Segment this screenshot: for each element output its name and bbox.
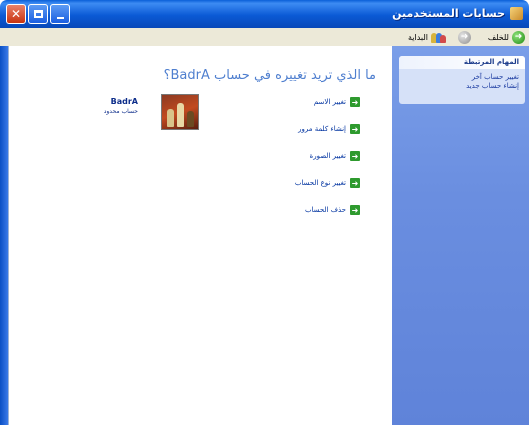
task-label: تغيير نوع الحساب xyxy=(294,179,346,187)
maximize-icon xyxy=(33,10,43,18)
minimize-icon xyxy=(56,17,64,19)
window-edge xyxy=(0,46,8,425)
chess-piece-icon xyxy=(187,111,194,127)
user-accounts-window: ✕ حسابات المستخدمين ➜ للخلف ➜ البداية ال… xyxy=(0,0,529,425)
task-change-name[interactable]: ➜ تغيير الاسم xyxy=(314,96,360,108)
task-label: إنشاء كلمة مرور xyxy=(298,125,346,133)
account-type: حساب محدود xyxy=(103,108,138,115)
green-arrow-icon: ➜ xyxy=(350,151,360,161)
create-new-account-link[interactable]: إنشاء حساب جديد xyxy=(399,82,525,90)
page-title: ما الذي تريد تغييره في حساب BadrA؟ xyxy=(163,68,376,83)
related-tasks-title: المهام المرتبطة xyxy=(399,56,525,69)
back-arrow-icon: ➜ xyxy=(512,30,525,44)
chess-piece-icon xyxy=(167,109,174,127)
title-bar: ✕ حسابات المستخدمين xyxy=(0,0,529,28)
back-label: للخلف xyxy=(487,32,509,42)
home-users-icon xyxy=(431,31,446,43)
main-content: ما الذي تريد تغييره في حساب BadrA؟ ➜ تغي… xyxy=(8,46,392,425)
user-accounts-icon xyxy=(510,7,523,20)
task-change-account-type[interactable]: ➜ تغيير نوع الحساب xyxy=(295,177,360,189)
tasks-sidebar: المهام المرتبطة تغيير حساب آخر إنشاء حسا… xyxy=(391,46,529,425)
task-label: تغيير الاسم xyxy=(313,98,346,106)
close-icon: ✕ xyxy=(10,7,22,21)
maximize-button[interactable] xyxy=(28,4,48,24)
task-change-picture[interactable]: ➜ تغيير الصورة xyxy=(310,150,360,162)
minimize-button[interactable] xyxy=(50,4,70,24)
green-arrow-icon: ➜ xyxy=(350,205,360,215)
change-another-account-link[interactable]: تغيير حساب آخر xyxy=(399,73,525,81)
chess-piece-icon xyxy=(177,103,184,127)
close-button[interactable]: ✕ xyxy=(6,4,26,24)
home-label: البداية xyxy=(407,32,428,42)
task-delete-account[interactable]: ➜ حذف الحساب xyxy=(305,204,360,216)
forward-arrow-icon: ➜ xyxy=(458,30,471,44)
toolbar: ➜ للخلف ➜ البداية xyxy=(0,28,529,47)
green-arrow-icon: ➜ xyxy=(350,124,360,134)
task-label: حذف الحساب xyxy=(304,206,346,214)
related-tasks-panel: المهام المرتبطة تغيير حساب آخر إنشاء حسا… xyxy=(399,56,525,104)
account-name: BadrA xyxy=(110,97,138,106)
back-button[interactable]: ➜ للخلف xyxy=(488,30,525,44)
task-create-password[interactable]: ➜ إنشاء كلمة مرور xyxy=(298,123,360,135)
forward-button[interactable]: ➜ xyxy=(458,30,471,44)
green-arrow-icon: ➜ xyxy=(350,178,360,188)
green-arrow-icon: ➜ xyxy=(350,97,360,107)
task-label: تغيير الصورة xyxy=(309,152,346,160)
home-button[interactable]: البداية xyxy=(407,30,446,44)
account-picture xyxy=(161,94,199,130)
window-title: حسابات المستخدمين xyxy=(392,7,505,20)
